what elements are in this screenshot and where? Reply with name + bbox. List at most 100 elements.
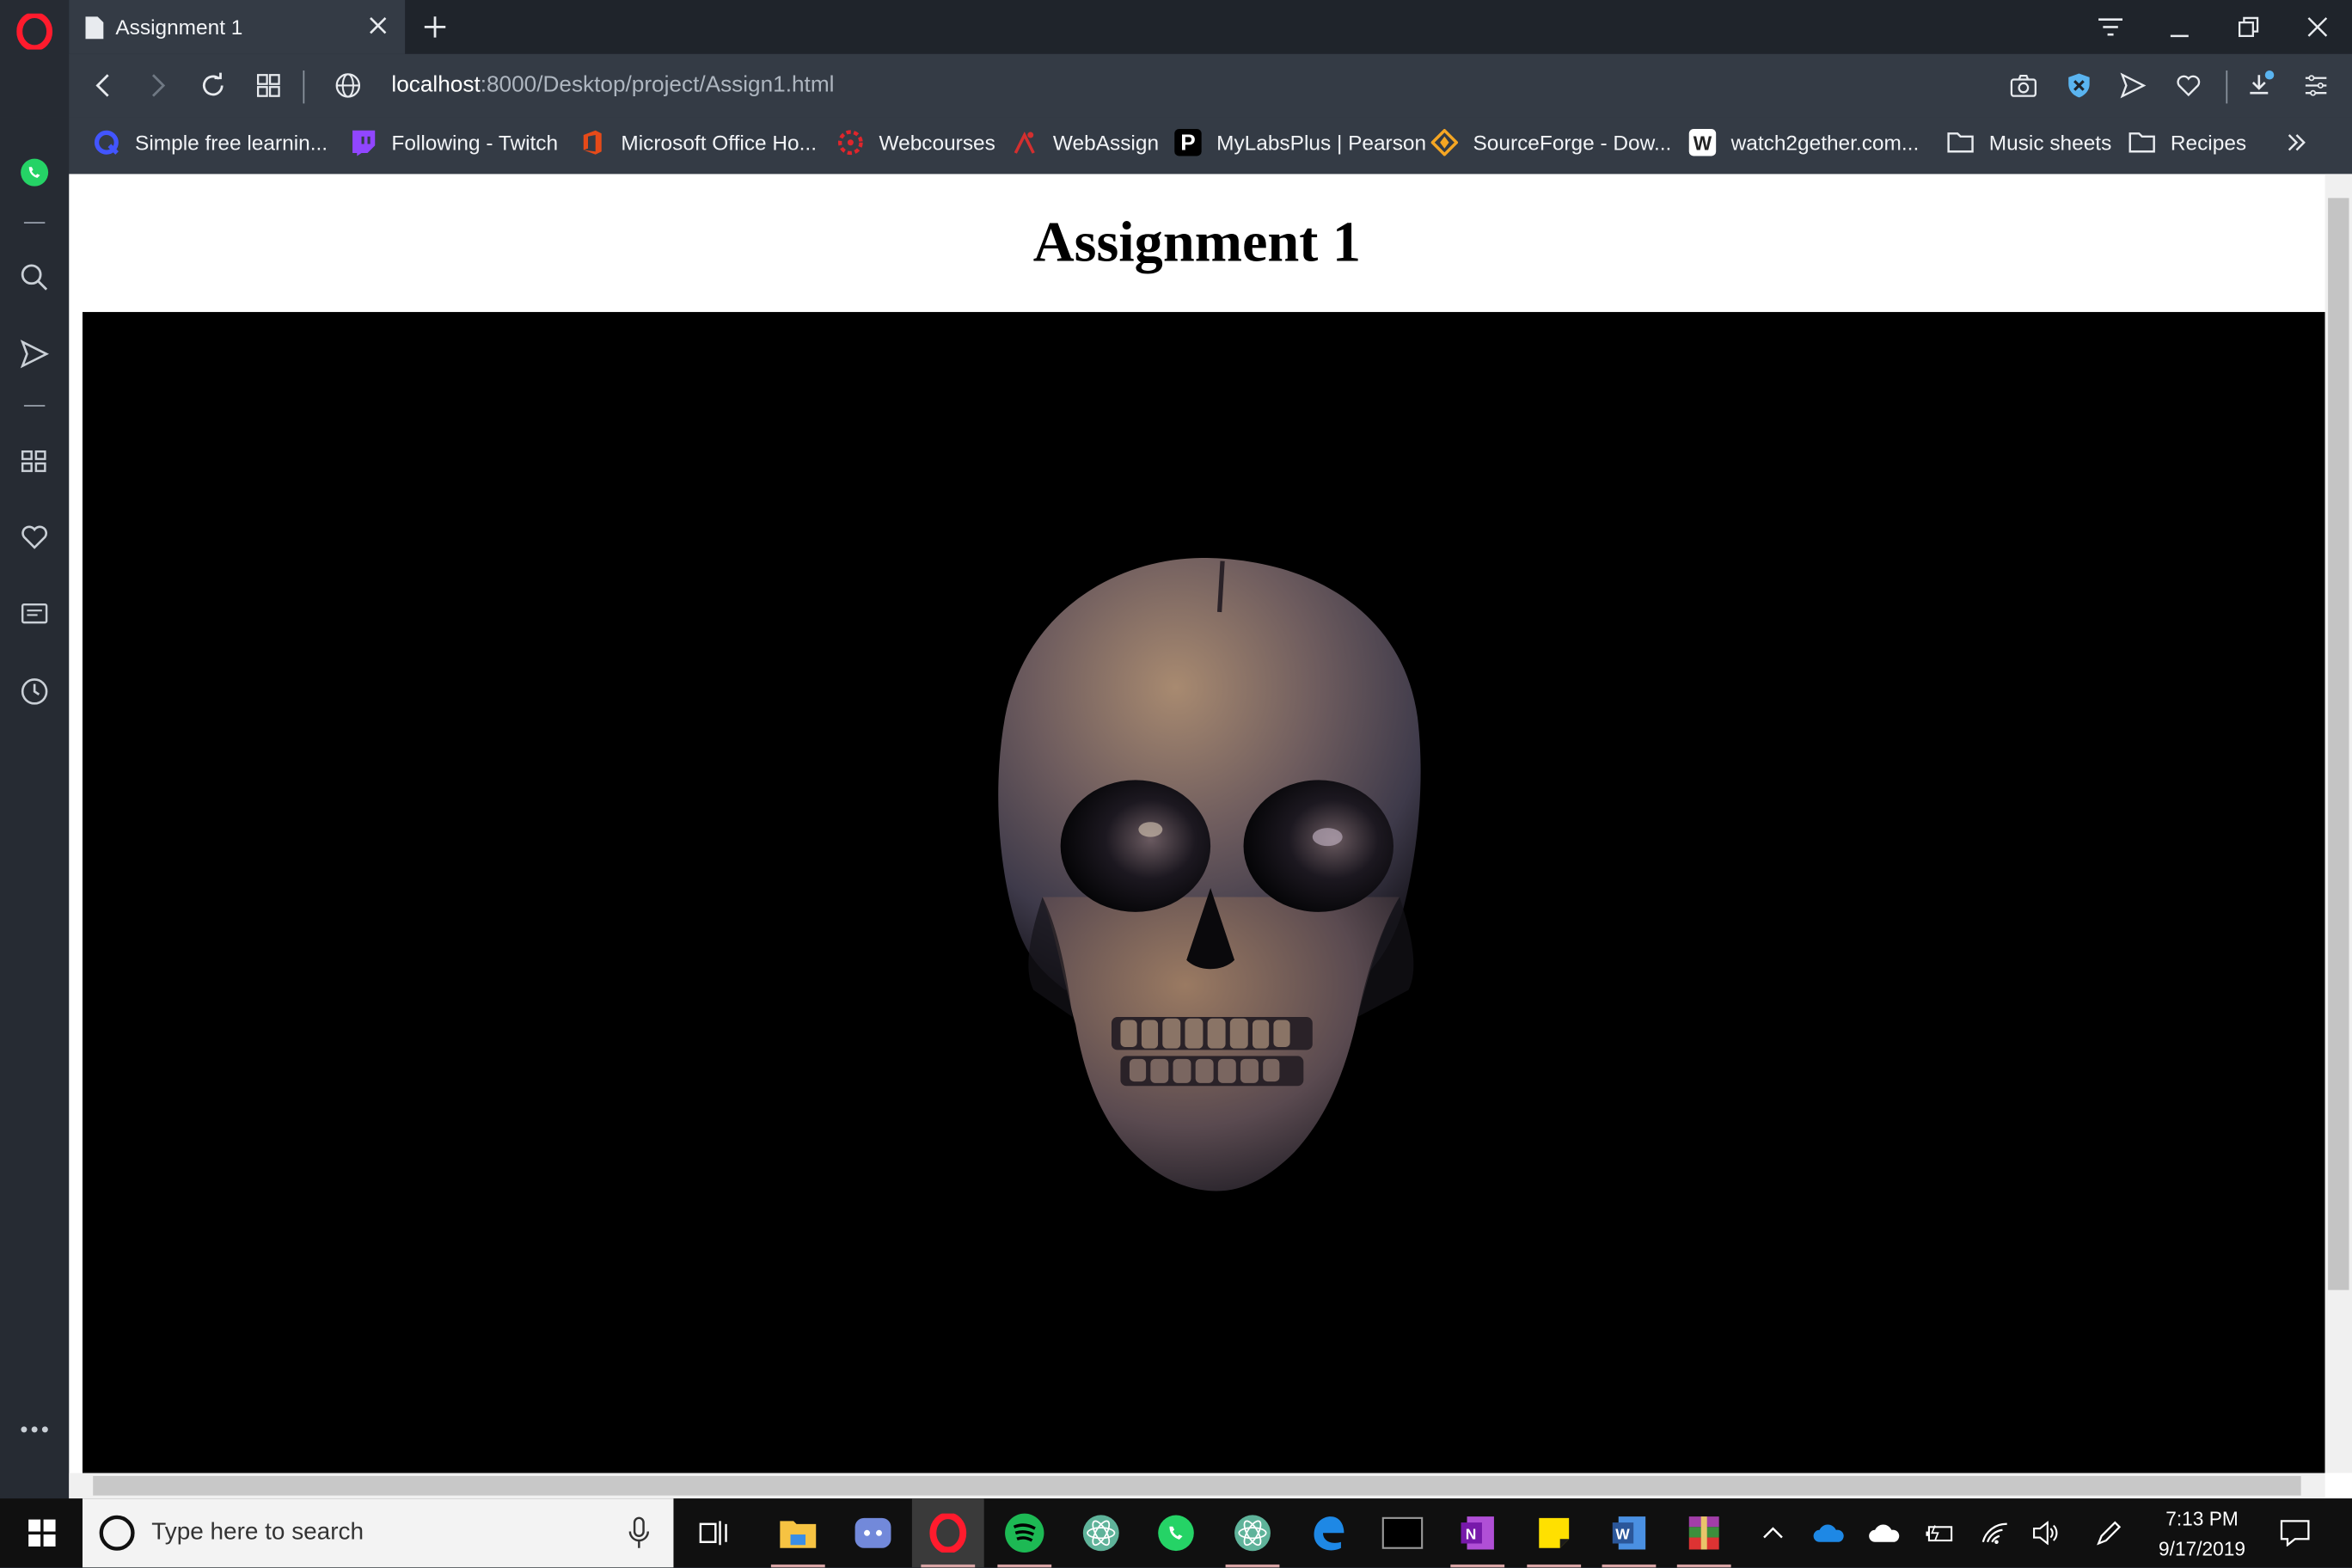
webgl-canvas[interactable]	[82, 311, 2325, 1473]
bookmark-twitch[interactable]: Following - Twitch	[350, 117, 559, 168]
vertical-scroll-thumb[interactable]	[2328, 198, 2349, 1290]
search-icon[interactable]	[16, 260, 52, 296]
atom-icon-2[interactable]	[1216, 1498, 1289, 1568]
system-clock[interactable]: 7:13 PM 9/17/2019	[2145, 1504, 2259, 1565]
spotify-icon[interactable]	[989, 1498, 1061, 1568]
downloads-icon[interactable]	[2244, 69, 2276, 101]
minimize-icon[interactable]	[2161, 9, 2197, 45]
whatsapp-taskbar-icon[interactable]	[1140, 1498, 1212, 1567]
web-page: Assignment 1	[69, 174, 2352, 1499]
horizontal-scrollbar[interactable]	[69, 1473, 2325, 1499]
terminal-icon[interactable]	[1367, 1498, 1439, 1567]
bookmark-heart-icon[interactable]	[2172, 69, 2205, 101]
file-explorer-icon[interactable]	[762, 1498, 834, 1568]
bookmark-label: Simple free learnin...	[135, 130, 328, 155]
easy-setup-icon[interactable]	[2300, 69, 2332, 101]
tab-title: Assignment 1	[115, 15, 243, 40]
edge-icon[interactable]	[1291, 1498, 1363, 1567]
onedrive-icon[interactable]	[1812, 1516, 1845, 1549]
bookmark-label: Music sheets	[1988, 130, 2112, 155]
show-hidden-icons-chevron-up-icon[interactable]	[1756, 1516, 1789, 1549]
close-window-icon[interactable]	[2300, 9, 2336, 45]
pen-workspace-icon[interactable]	[2092, 1516, 2125, 1549]
tiles-icon[interactable]	[252, 69, 285, 101]
taskbar-search-box[interactable]: Type here to search	[82, 1498, 674, 1568]
history-clock-icon[interactable]	[16, 673, 52, 709]
vertical-scrollbar[interactable]	[2324, 174, 2352, 1473]
opera-sidebar	[0, 0, 70, 1499]
clock-time: 7:13 PM	[2165, 1507, 2239, 1530]
bookmark-label: WebAssign	[1052, 130, 1160, 155]
watch2gether-icon: W	[1688, 129, 1717, 156]
reload-icon[interactable]	[197, 69, 230, 101]
whatsapp-icon[interactable]	[16, 155, 52, 191]
bookmark-folder-recipes[interactable]: Recipes	[2128, 117, 2246, 168]
tab-assignment-1[interactable]: Assignment 1	[69, 0, 406, 54]
url-host: localhost	[391, 71, 481, 98]
bookmark-folder-music-sheets[interactable]: Music sheets	[1947, 117, 2111, 168]
folder-icon	[2128, 129, 2155, 156]
battery-icon[interactable]	[1923, 1516, 1956, 1549]
heart-icon[interactable]	[16, 519, 52, 555]
bookmark-webcourses[interactable]: Webcourses	[837, 117, 995, 168]
bookmark-label: Recipes	[2170, 130, 2247, 155]
atom-icon[interactable]	[1065, 1498, 1137, 1567]
sticky-notes-icon[interactable]	[1518, 1498, 1590, 1568]
bookmark-label: Webcourses	[879, 130, 995, 155]
news-icon[interactable]	[16, 596, 52, 632]
discord-icon[interactable]	[837, 1498, 910, 1567]
bookmark-pearson[interactable]: P MyLabsPlus | Pearson	[1174, 117, 1426, 168]
sidebar-divider	[23, 405, 46, 407]
volume-icon[interactable]	[2030, 1516, 2062, 1549]
snapshot-camera-icon[interactable]	[2007, 69, 2040, 101]
bookmark-office[interactable]: Microsoft Office Ho...	[579, 117, 817, 168]
task-view-icon[interactable]	[678, 1498, 750, 1567]
ad-blocker-shield-icon[interactable]	[2062, 69, 2095, 101]
flow-send-icon[interactable]	[16, 336, 52, 372]
bookmarks-overflow-icon[interactable]	[2286, 117, 2306, 168]
close-tab-icon[interactable]	[366, 14, 390, 38]
svg-text:N: N	[1466, 1525, 1477, 1542]
address-toolbar: localhost:8000/Desktop/project/Assign1.h…	[69, 53, 2352, 118]
sourceforge-icon	[1430, 129, 1459, 156]
cortana-circle-icon	[97, 1514, 136, 1553]
windows-start-icon[interactable]	[6, 1498, 78, 1567]
twitch-icon	[350, 129, 377, 156]
opera-taskbar-icon[interactable]	[911, 1498, 984, 1568]
toolbar-separator	[2226, 70, 2228, 104]
bookmark-label: SourceForge - Dow...	[1473, 130, 1672, 155]
webcourses-icon	[837, 129, 864, 156]
winrar-icon[interactable]	[1668, 1498, 1740, 1568]
opera-menu-icon[interactable]	[16, 13, 53, 50]
wifi-icon[interactable]	[1979, 1516, 2012, 1549]
action-center-notifications-icon[interactable]	[2279, 1516, 2312, 1549]
url-field[interactable]: localhost:8000/Desktop/project/Assign1.h…	[391, 72, 834, 98]
bookmark-watch2gether[interactable]: Wwatch2gether.com...	[1688, 117, 1919, 168]
forward-icon[interactable]	[141, 69, 174, 101]
new-tab-plus-icon[interactable]	[420, 12, 450, 42]
restore-icon[interactable]	[2231, 9, 2267, 45]
bookmark-sourceforge[interactable]: SourceForge - Dow...	[1430, 117, 1672, 168]
bookmark-quizlet[interactable]: Simple free learnin...	[93, 117, 328, 168]
onedrive-personal-icon[interactable]	[1867, 1516, 1900, 1549]
bookmark-label: MyLabsPlus | Pearson	[1216, 130, 1427, 155]
webassign-icon	[1011, 129, 1038, 156]
microphone-icon[interactable]	[628, 1516, 650, 1557]
speed-dial-icon[interactable]	[16, 443, 52, 479]
bookmark-label: Following - Twitch	[391, 130, 559, 155]
pearson-icon: P	[1174, 129, 1202, 156]
bookmarks-bar: Simple free learnin... Following - Twitc…	[69, 117, 2352, 175]
toolbar-separator	[303, 70, 305, 104]
bookmark-webassign[interactable]: WebAssign	[1011, 117, 1159, 168]
horizontal-scroll-thumb[interactable]	[93, 1475, 2301, 1496]
word-icon[interactable]: W	[1593, 1498, 1665, 1568]
onenote-icon[interactable]: N	[1442, 1498, 1514, 1568]
svg-text:W: W	[1615, 1525, 1630, 1542]
send-to-flow-icon[interactable]	[2116, 69, 2149, 101]
globe-icon[interactable]	[332, 69, 364, 101]
tab-menu-icon[interactable]	[2092, 9, 2128, 45]
more-options-icon[interactable]	[16, 1412, 52, 1448]
quizlet-icon	[93, 129, 119, 156]
back-icon[interactable]	[87, 69, 119, 101]
page-title: Assignment 1	[1032, 211, 1362, 275]
